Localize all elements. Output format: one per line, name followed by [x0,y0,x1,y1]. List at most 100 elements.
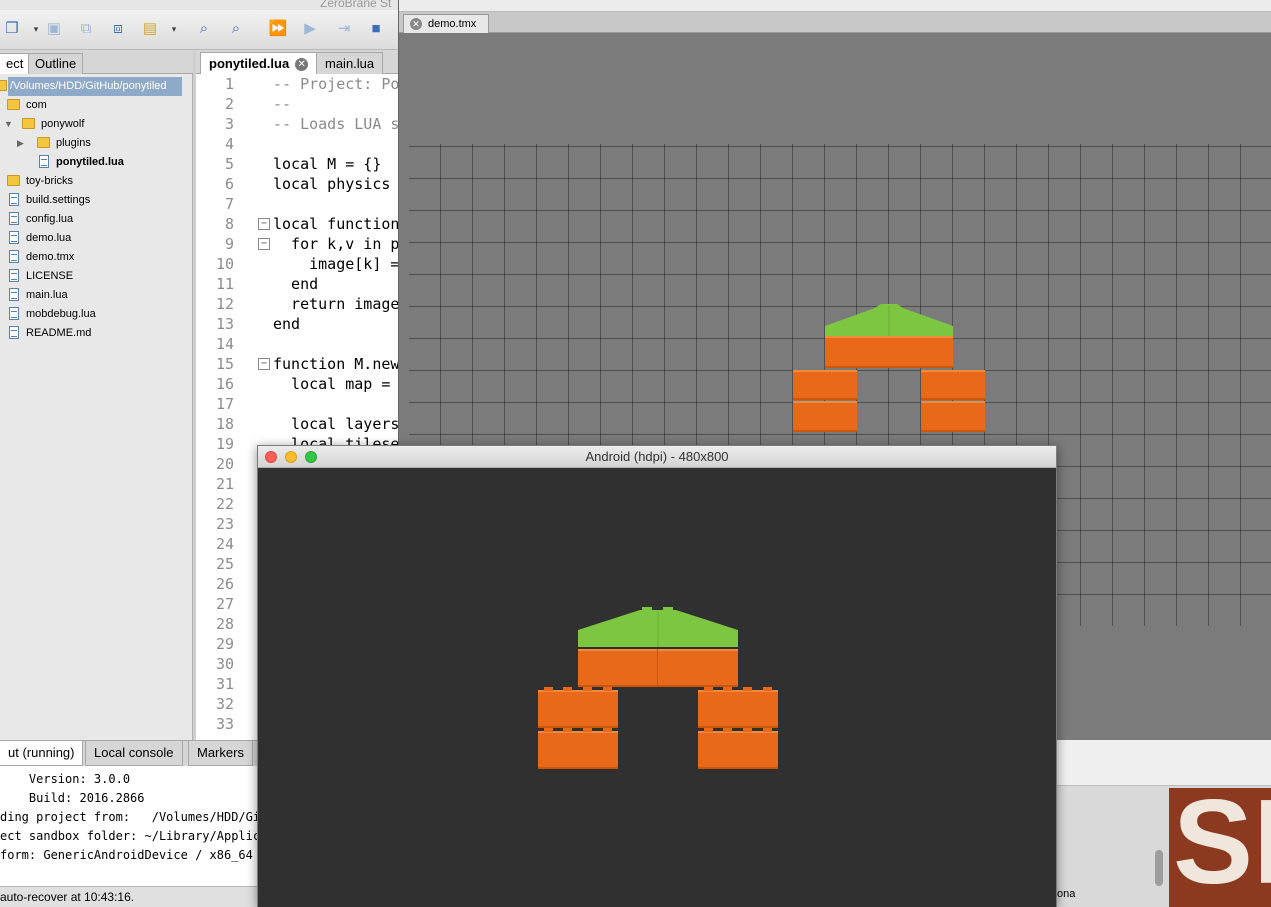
file-icon [9,307,19,320]
code-text: -- [273,95,292,113]
tree-item-config-lua[interactable]: config.lua [0,210,190,229]
line-number: 18 [215,415,234,433]
tree-item-demo-lua[interactable]: demo.lua [0,229,190,248]
tree-item-label: ponywolf [41,118,85,130]
tree-item-label: README.md [26,327,92,339]
tree-item-license[interactable]: LICENSE [0,267,190,286]
code-line: 7 [196,194,400,214]
tree-item-com[interactable]: com [0,96,190,115]
project-root-path[interactable]: /Volumes/HDD/GitHub/ponytiled [8,77,182,96]
tab-main-lua[interactable]: main.lua [316,52,384,74]
roof-brick [578,607,738,650]
code-text: end [273,275,319,293]
project-icon[interactable]: ⧈ [108,20,128,38]
logo-text: SF [1173,788,1271,907]
tree-item-mobdebug-lua[interactable]: mobdebug.lua [0,305,190,324]
map-brick [921,401,985,432]
line-number: 6 [224,175,234,193]
file-icon [9,212,19,225]
line-number: 32 [215,695,234,713]
simulator-screen[interactable] [258,468,1056,907]
find-icon[interactable]: ⌕ [194,20,214,38]
line-number: 21 [215,475,234,493]
editor-tabs: ponytiled.lua ✕ main.lua [196,50,400,74]
brick-stud [723,728,732,732]
simulator-title-bar[interactable]: Android (hdpi) - 480x800 [258,446,1056,468]
code-text: return image [273,295,400,313]
save-icon[interactable]: ▣ [44,20,64,38]
tree-item-label: ponytiled.lua [56,156,124,168]
tab-local-console[interactable]: Local console [85,741,183,766]
code-line: 17 [196,394,400,414]
tiled-tab-bar: ✕ demo.tmx [399,12,1271,33]
stop-icon[interactable]: ■ [366,20,386,38]
code-line: 6 local physics [196,174,400,194]
output-line: Version: 3.0.0 [0,772,131,786]
tab-demo-tmx[interactable]: ✕ demo.tmx [403,14,489,33]
step-over-icon[interactable]: ⇥ [334,20,354,38]
background-window: SF ona [1057,740,1271,907]
close-icon[interactable]: ✕ [410,18,422,30]
code-text: local map = [273,375,391,393]
chevron-down-icon[interactable]: ▾ [26,20,46,38]
tree-item-ponytiled-lua[interactable]: ponytiled.lua [0,153,190,172]
run-icon[interactable]: ⏩ [268,20,288,38]
close-icon[interactable]: ✕ [295,58,309,71]
map-brick [793,370,857,400]
fold-toggle-icon[interactable]: − [258,238,270,250]
background-window-bar [1057,740,1271,786]
tab-outline[interactable]: Outline [28,53,84,74]
tree-item-ponywolf[interactable]: ▼ ponywolf [0,115,190,134]
output-line: ding project from: /Volumes/HDD/GitHub [0,810,258,824]
step-icon[interactable]: ▶ [300,20,320,38]
new-file-icon[interactable]: ❐ [2,20,22,38]
find-in-files-icon[interactable]: ⌕ [226,20,246,38]
minimize-window-button[interactable] [285,451,297,463]
line-number: 4 [224,135,234,153]
code-line: 3 -- Loads LUA s [196,114,400,134]
folder-icon [22,118,35,129]
line-number: 15 [215,355,234,373]
zoom-window-button[interactable] [305,451,317,463]
tree-item-label: LICENSE [26,270,74,282]
fold-toggle-icon[interactable]: − [258,218,270,230]
project-tabs: ect Outline [0,50,193,74]
tab-markers[interactable]: Markers [188,741,253,766]
brick-stud [603,728,612,732]
line-number: 27 [215,595,234,613]
tab-output[interactable]: ut (running) [0,741,84,766]
tree-item-label: build.settings [26,194,91,206]
code-text: local function [273,215,400,233]
open-folder-icon[interactable]: ▤ [140,20,160,38]
save-all-icon[interactable]: ⧉ [76,20,96,38]
tree-item-demo-tmx[interactable]: demo.tmx [0,248,190,267]
project-tree: /Volumes/HDD/GitHub/ponytiled com ▼ pony… [0,74,193,740]
expanded-arrow-icon[interactable]: ▼ [4,115,13,134]
collapsed-arrow-icon[interactable]: ▶ [17,134,24,153]
brick-stud [544,687,553,691]
tree-item-build-settings[interactable]: build.settings [0,191,190,210]
chevron-down-icon[interactable]: ▾ [164,20,184,38]
brick-stud [704,728,713,732]
lua-file-icon [39,155,49,168]
scrollbar-thumb[interactable] [1155,850,1163,886]
map-roof-shape [825,304,953,337]
code-line: 8 − local function [196,214,400,234]
tree-item-label: demo.tmx [26,251,75,263]
tree-item-main-lua[interactable]: main.lua [0,286,190,305]
folder-icon [7,99,20,110]
tree-item-toy-bricks[interactable]: toy-bricks [0,172,190,191]
brick-stud [583,728,592,732]
line-number: 7 [224,195,234,213]
line-number: 22 [215,495,234,513]
line-number: 20 [215,455,234,473]
close-window-button[interactable] [265,451,277,463]
code-text: local physics [273,175,391,193]
tree-item-plugins[interactable]: ▶ plugins [0,134,190,153]
tree-item-readme[interactable]: README.md [0,324,190,343]
brick-stud [544,728,553,732]
fold-toggle-icon[interactable]: − [258,358,270,370]
output-console[interactable]: Version: 3.0.0 Build: 2016.2866 ding pro… [0,766,258,886]
tab-project[interactable]: ect [0,53,29,74]
tab-ponytiled-lua[interactable]: ponytiled.lua ✕ [200,52,318,74]
